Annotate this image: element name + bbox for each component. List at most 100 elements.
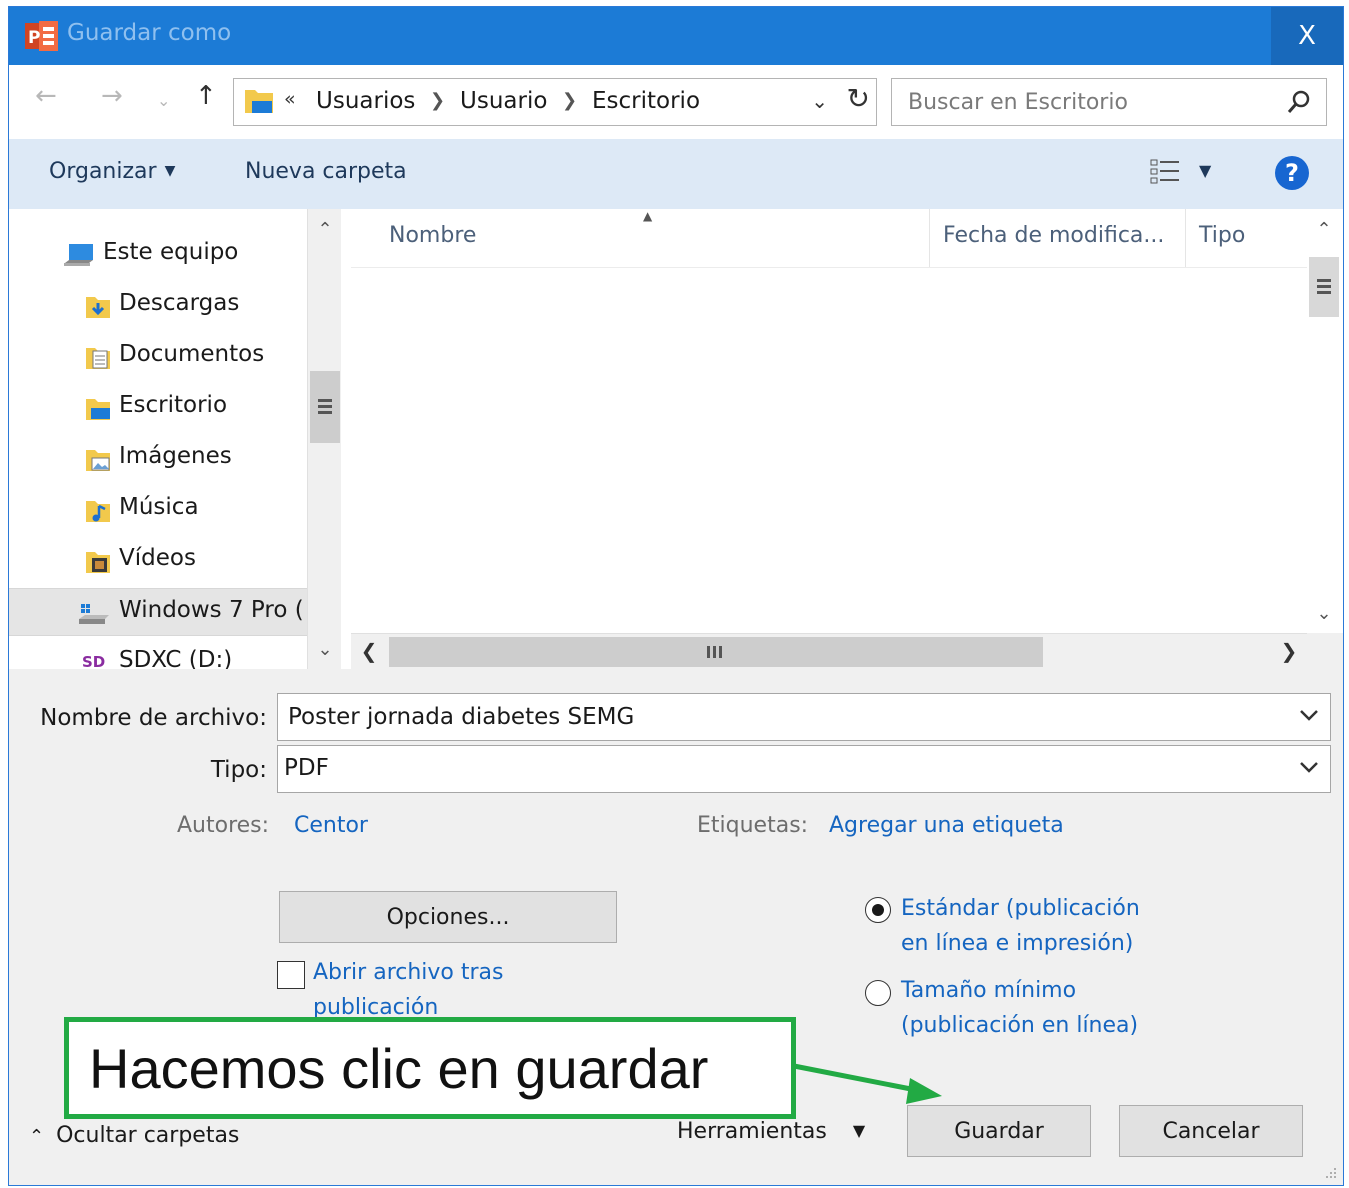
nav-item-videos[interactable]: Vídeos <box>9 537 307 585</box>
scroll-up-icon[interactable]: ⌃ <box>1307 213 1341 247</box>
column-header-fecha[interactable]: Fecha de modifica... <box>943 223 1164 248</box>
nav-item-escritorio[interactable]: Escritorio <box>9 384 307 432</box>
chevron-up-icon: ⌃ <box>29 1126 45 1147</box>
breadcrumb-escritorio[interactable]: Escritorio <box>592 88 700 114</box>
title-bar: P Guardar como X <box>9 7 1343 65</box>
authors-label: Autores: <box>177 813 270 838</box>
type-label: Tipo: <box>210 757 267 783</box>
search-icon[interactable] <box>1286 89 1312 115</box>
breadcrumb-usuarios[interactable]: Usuarios <box>316 88 415 114</box>
chevron-down-icon[interactable] <box>1298 704 1320 726</box>
standard-radio[interactable] <box>865 897 891 923</box>
authors-value[interactable]: Centor <box>294 813 368 838</box>
search-box[interactable] <box>891 78 1327 126</box>
organize-button[interactable]: Organizar ▼ <box>49 159 175 184</box>
pane-divider[interactable] <box>341 209 351 669</box>
annotation-text: Hacemos clic en guardar <box>89 1037 709 1100</box>
annotation-arrow-icon <box>793 1063 942 1104</box>
column-header-nombre[interactable]: Nombre <box>389 223 476 248</box>
nav-item-musica[interactable]: Música <box>9 486 307 534</box>
nav-item-sdxc[interactable]: SD X SDXC (D:) <box>9 639 307 669</box>
type-select[interactable]: PDF <box>277 745 1331 793</box>
music-folder-icon <box>86 501 110 522</box>
breadcrumb-usuario[interactable]: Usuario <box>460 88 547 114</box>
scroll-thumb[interactable] <box>310 371 340 443</box>
back-arrow-icon[interactable]: ← <box>35 81 57 111</box>
drive-icon <box>79 604 109 624</box>
filename-combobox[interactable] <box>277 693 1331 741</box>
svg-text:SD: SD <box>82 653 105 669</box>
scroll-left-icon[interactable]: ❮ <box>351 634 387 670</box>
open-after-publish-label-line1[interactable]: Abrir archivo tras <box>313 955 504 990</box>
column-header-tipo[interactable]: Tipo <box>1199 223 1245 248</box>
nav-item-label: Descargas <box>119 290 240 316</box>
save-button[interactable]: Guardar <box>907 1105 1091 1157</box>
caret-down-icon: ▼ <box>164 163 176 179</box>
up-arrow-icon[interactable]: ↑ <box>195 81 217 111</box>
hide-folders-button[interactable]: ⌃ Ocultar carpetas <box>29 1123 239 1148</box>
breadcrumb-overflow[interactable]: « <box>284 88 296 110</box>
nav-item-label: Imágenes <box>119 443 232 469</box>
open-after-publish-checkbox[interactable] <box>277 961 305 989</box>
address-row: ← → ⌄ ↑ « Usuarios ❯ Usuario ❯ Escritori… <box>9 65 1343 139</box>
breadcrumb-chevron-icon[interactable]: ❯ <box>562 90 577 111</box>
scroll-down-icon[interactable]: ⌄ <box>1307 597 1341 631</box>
filename-input[interactable] <box>278 694 1258 740</box>
nav-item-este-equipo[interactable]: Este equipo <box>9 231 307 279</box>
tools-label: Herramientas <box>677 1119 827 1144</box>
nav-item-documentos[interactable]: Documentos <box>9 333 307 381</box>
recent-locations-chevron-icon[interactable]: ⌄ <box>157 91 170 110</box>
options-button[interactable]: Opciones... <box>279 891 617 943</box>
address-dropdown-icon[interactable]: ⌄ <box>811 89 828 113</box>
powerpoint-icon: P <box>25 21 58 51</box>
scroll-right-icon[interactable]: ❯ <box>1271 634 1307 670</box>
desktop-folder-icon <box>86 399 110 420</box>
minimum-option-line1[interactable]: Tamaño mínimo <box>901 973 1076 1008</box>
annotation-callout: Hacemos clic en guardar <box>64 1017 796 1119</box>
scroll-thumb[interactable] <box>389 637 1043 667</box>
close-button[interactable]: X <box>1271 7 1343 65</box>
file-list-horizontal-scrollbar[interactable]: ❮ ❯ <box>351 633 1307 669</box>
forward-arrow-icon[interactable]: → <box>101 81 123 111</box>
desktop-folder-icon <box>245 90 273 113</box>
minimum-option-line2[interactable]: (publicación en línea) <box>901 1008 1138 1043</box>
tools-button[interactable]: Herramientas ▼ <box>677 1119 865 1144</box>
scroll-down-icon[interactable]: ⌄ <box>308 633 342 667</box>
minimum-size-radio[interactable] <box>865 980 891 1006</box>
cancel-button[interactable]: Cancelar <box>1119 1105 1303 1157</box>
file-list-scrollbar[interactable]: ⌃ ⌄ <box>1307 209 1343 633</box>
resize-grip-icon[interactable] <box>1323 1165 1337 1179</box>
videos-folder-icon <box>86 552 110 573</box>
breadcrumb-chevron-icon[interactable]: ❯ <box>430 90 445 111</box>
sort-ascending-icon: ▲ <box>643 209 653 223</box>
view-details-icon[interactable] <box>1149 157 1181 187</box>
chevron-down-icon[interactable] <box>1298 756 1320 778</box>
file-list[interactable]: ▲ Nombre Fecha de modifica... Tipo <box>351 209 1307 633</box>
pictures-folder-icon <box>86 450 110 471</box>
add-tag-link[interactable]: Agregar una etiqueta <box>829 813 1064 838</box>
downloads-folder-icon <box>86 297 110 318</box>
nav-item-imagenes[interactable]: Imágenes <box>9 435 307 483</box>
scroll-up-icon[interactable]: ⌃ <box>308 213 342 247</box>
caret-down-icon: ▼ <box>852 1121 866 1140</box>
type-value: PDF <box>284 755 329 781</box>
computer-icon <box>64 244 93 266</box>
standard-option-line1[interactable]: Estándar (publicación <box>901 891 1140 926</box>
help-icon[interactable]: ? <box>1275 156 1309 190</box>
standard-option-line2[interactable]: en línea e impresión) <box>901 926 1133 961</box>
nav-item-label: SDXC (D:) <box>119 647 233 669</box>
scroll-thumb[interactable] <box>1309 257 1339 317</box>
new-folder-button[interactable]: Nueva carpeta <box>245 159 407 184</box>
documents-folder-icon <box>86 348 110 369</box>
nav-item-label: Vídeos <box>119 545 196 571</box>
svg-text:P: P <box>28 28 40 48</box>
refresh-icon[interactable]: ↻ <box>847 82 870 115</box>
search-input[interactable] <box>892 79 1272 125</box>
save-as-dialog: P Guardar como X ← → ⌄ ↑ « Usuarios ❯ Us… <box>8 6 1344 1186</box>
nav-item-descargas[interactable]: Descargas <box>9 282 307 330</box>
nav-item-windows-7-pro[interactable]: Windows 7 Pro ( <box>9 588 307 636</box>
nav-item-label: Este equipo <box>103 239 239 265</box>
nav-pane-scrollbar[interactable]: ⌃ ⌄ <box>307 209 341 669</box>
address-bar[interactable]: « Usuarios ❯ Usuario ❯ Escritorio ⌄ ↻ <box>233 78 877 126</box>
view-dropdown-icon[interactable]: ▼ <box>1199 161 1211 180</box>
